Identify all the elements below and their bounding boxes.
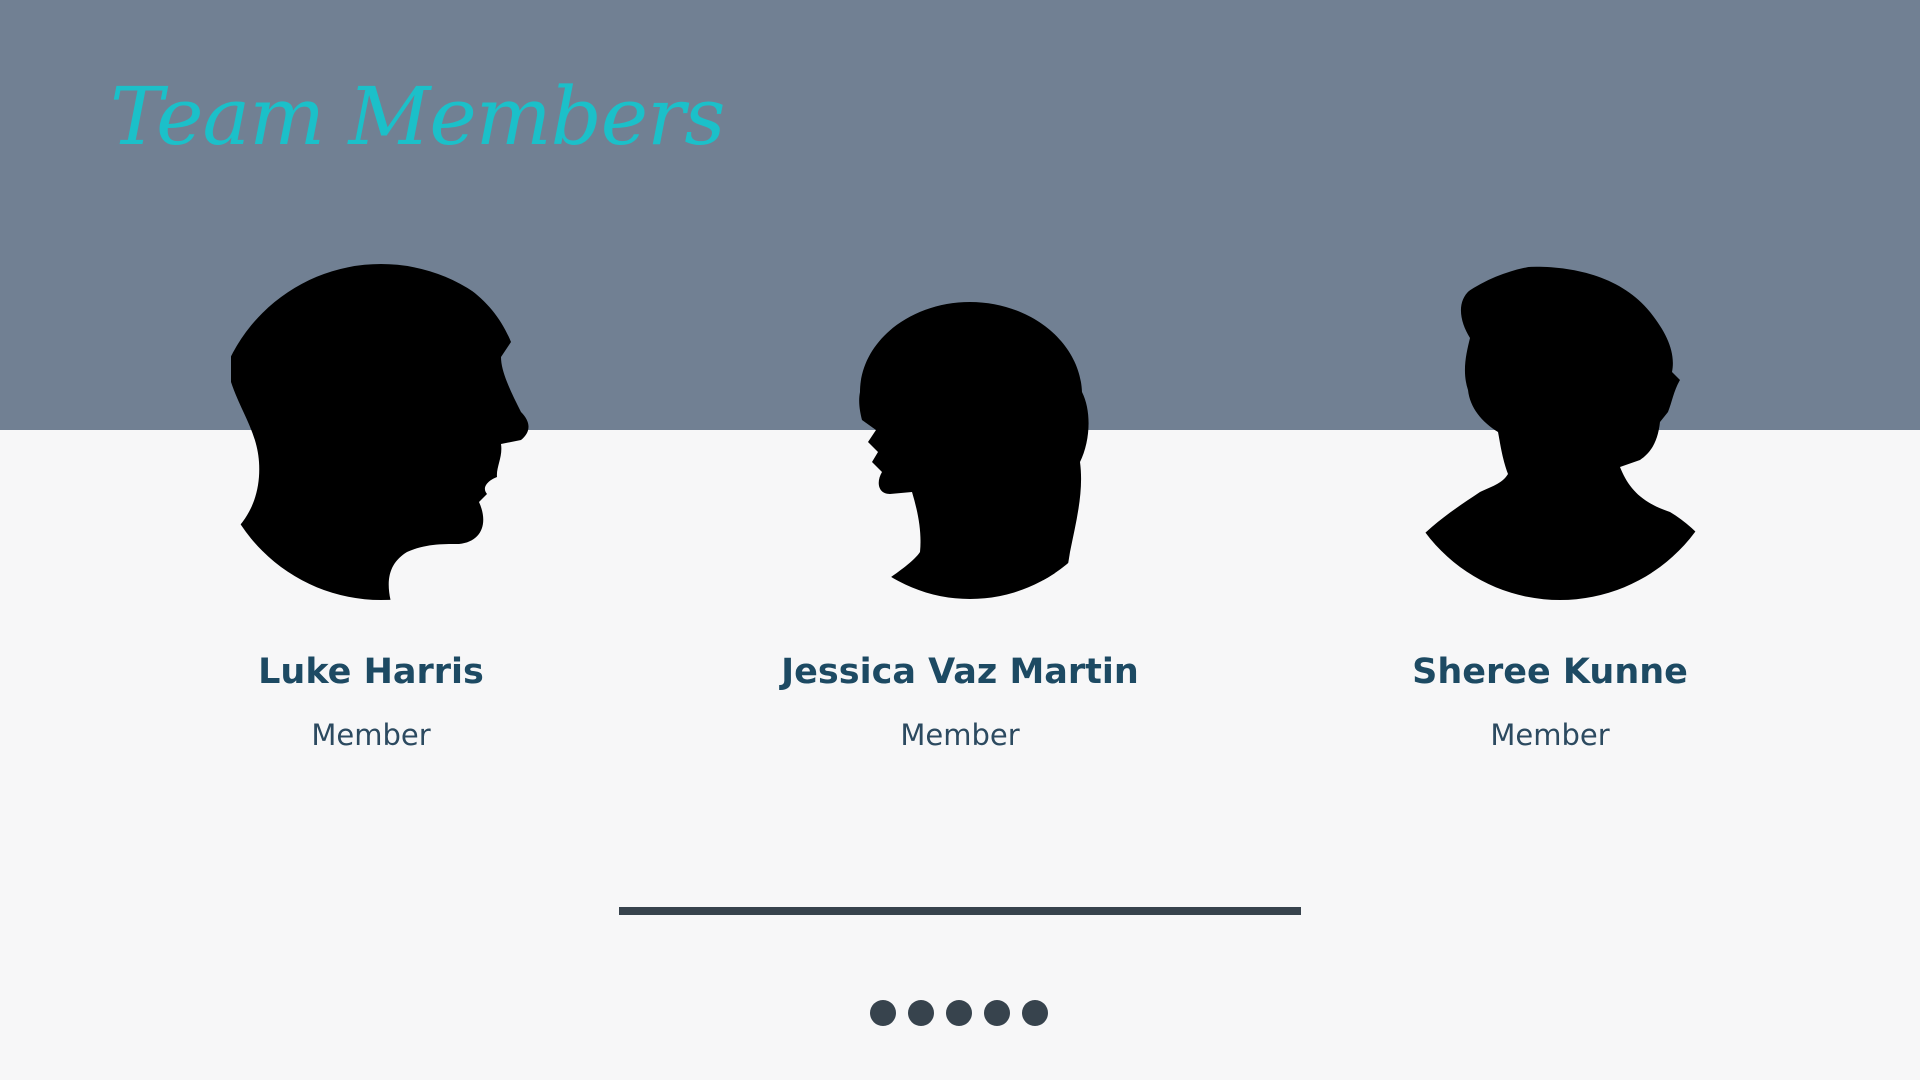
member-card: Sheree Kunne Member	[1290, 262, 1810, 782]
member-name: Jessica Vaz Martin	[781, 652, 1139, 692]
pagination-dot[interactable]	[870, 1000, 896, 1026]
member-card: Jessica Vaz Martin Member	[700, 262, 1220, 782]
member-name: Sheree Kunne	[1412, 652, 1688, 692]
slide-title: Team Members	[110, 70, 725, 163]
member-role: Member	[900, 718, 1020, 752]
silhouette-portrait	[211, 262, 551, 602]
silhouette-portrait	[800, 262, 1140, 602]
pagination-dots	[870, 1000, 1048, 1026]
pagination-dot[interactable]	[1022, 1000, 1048, 1026]
silhouette-portrait	[1390, 262, 1730, 602]
pagination-dot[interactable]	[946, 1000, 972, 1026]
member-name: Luke Harris	[258, 652, 484, 692]
pagination-dot[interactable]	[984, 1000, 1010, 1026]
divider-line	[619, 907, 1301, 915]
slide: Team Members Luke Harris Member Jessica …	[0, 0, 1920, 1080]
member-role: Member	[1490, 718, 1610, 752]
pagination-dot[interactable]	[908, 1000, 934, 1026]
member-card: Luke Harris Member	[111, 262, 631, 782]
member-role: Member	[311, 718, 431, 752]
